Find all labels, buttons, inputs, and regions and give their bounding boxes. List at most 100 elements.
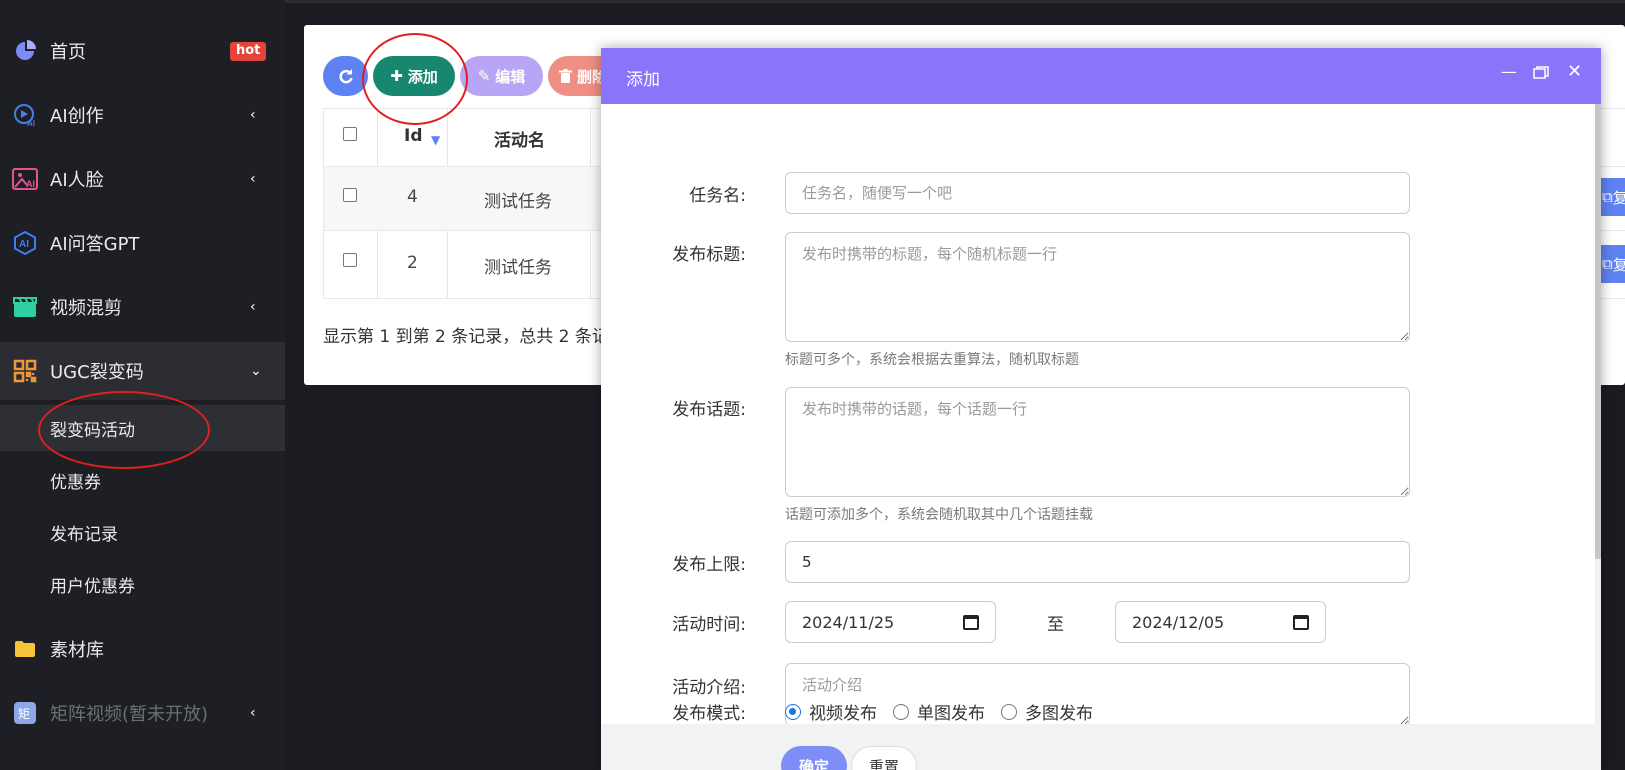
row-checkbox[interactable] xyxy=(343,188,357,202)
row-id: 4 xyxy=(407,187,418,207)
table-row[interactable] xyxy=(324,167,604,230)
hot-badge: hot xyxy=(230,42,267,61)
pie-chart-icon xyxy=(12,38,38,64)
publish-limit-input[interactable] xyxy=(785,541,1410,583)
row-name: 测试任务 xyxy=(484,192,552,212)
activity-intro-label: 活动介绍: xyxy=(672,678,746,698)
radio-video-publish[interactable]: 视频发布 xyxy=(785,699,877,724)
sidebar-subitem-user-coupon[interactable]: 用户优惠券 xyxy=(0,561,285,607)
sidebar-subitem-label: 优惠券 xyxy=(50,472,101,493)
radio-single-image-publish[interactable]: 单图发布 xyxy=(893,699,985,724)
svg-text:矩: 矩 xyxy=(18,707,30,721)
trash-icon xyxy=(558,69,572,83)
pagination-info: 显示第 1 到第 2 条记录，总共 2 条记 xyxy=(323,327,609,347)
matrix-icon: 矩 xyxy=(12,700,38,726)
sidebar-item-label: 视频混剪 xyxy=(50,298,122,319)
qrcode-icon xyxy=(12,358,38,384)
date-range-separator: 至 xyxy=(1047,615,1064,635)
dialog-scrollbar[interactable] xyxy=(1595,104,1601,724)
annotation-circle xyxy=(38,391,210,469)
radio-multi-image-publish[interactable]: 多图发布 xyxy=(1001,699,1093,724)
calendar-icon[interactable] xyxy=(1293,614,1309,630)
chevron-left-icon: ‹ xyxy=(250,107,256,123)
dialog-title: 添加 xyxy=(626,70,660,90)
dialog-body: 任务名: 发布标题: 标题可多个，系统会根据去重算法，随机取标题 发布话题: 话… xyxy=(601,104,1601,724)
minimize-icon[interactable]: — xyxy=(1501,62,1517,81)
svg-text:AI: AI xyxy=(26,179,35,189)
start-date-value: 2024/11/25 xyxy=(802,612,895,632)
column-header-id[interactable]: Id xyxy=(404,126,423,146)
sidebar-item-label: 首页 xyxy=(50,42,86,63)
dialog-footer: 确定 重置 xyxy=(601,724,1601,770)
publish-title-label: 发布标题: xyxy=(672,245,746,265)
row-copy-label: 复 xyxy=(1612,188,1625,207)
row-checkbox[interactable] xyxy=(343,253,357,267)
row-id: 2 xyxy=(407,253,418,273)
ai-create-icon: AI xyxy=(12,102,38,128)
sidebar-item-label: AI问答GPT xyxy=(50,234,140,255)
close-icon[interactable]: ✕ xyxy=(1567,61,1582,82)
row-copy-label: 复 xyxy=(1612,255,1625,274)
sidebar-item-label: 矩阵视频(暂未开放) xyxy=(50,704,209,725)
row-name: 测试任务 xyxy=(484,258,552,278)
ai-face-icon: AI xyxy=(12,166,38,192)
sidebar-item-label: UGC裂变码 xyxy=(50,362,144,383)
sidebar-subitem-publish-record[interactable]: 发布记录 xyxy=(0,509,285,555)
publish-title-help: 标题可多个，系统会根据去重算法，随机取标题 xyxy=(785,352,1079,368)
sidebar-item-label: 素材库 xyxy=(50,640,104,661)
task-name-input[interactable] xyxy=(785,172,1410,214)
end-date-input[interactable]: 2024/12/05 xyxy=(1115,601,1326,643)
sidebar-item-ai-gpt[interactable]: AI AI问答GPT xyxy=(0,214,285,272)
radio-label: 单图发布 xyxy=(917,704,985,724)
confirm-button[interactable]: 确定 xyxy=(781,746,847,770)
add-dialog: 添加 — ✕ 任务名: 发布标题: 标题可多个，系统会根据去重算法，随机取标题 … xyxy=(601,48,1601,770)
chevron-left-icon: ‹ xyxy=(250,299,256,315)
sort-desc-icon[interactable]: ▼ xyxy=(431,133,440,147)
clapperboard-icon xyxy=(12,294,38,320)
edit-button-label: 编辑 xyxy=(495,67,526,86)
radio-button[interactable] xyxy=(1001,703,1017,720)
svg-text:AI: AI xyxy=(19,239,29,250)
folder-icon xyxy=(12,636,38,662)
chevron-left-icon: ‹ xyxy=(250,171,256,187)
sidebar-item-ai-face[interactable]: AI AI人脸 ‹ xyxy=(0,150,285,208)
sidebar-item-assets[interactable]: 素材库 xyxy=(0,620,285,678)
start-date-input[interactable]: 2024/11/25 xyxy=(785,601,996,643)
publish-title-textarea[interactable] xyxy=(785,232,1410,342)
svg-text:AI: AI xyxy=(27,119,35,127)
pencil-icon: ✎ xyxy=(477,67,491,85)
copy-icon: ⧉ xyxy=(1602,255,1613,273)
edit-button[interactable]: ✎ 编辑 xyxy=(460,56,543,96)
calendar-icon[interactable] xyxy=(963,614,979,630)
sidebar-item-label: AI创作 xyxy=(50,106,104,127)
row-copy-button[interactable]: ⧉ 复 xyxy=(1598,178,1625,216)
select-all-checkbox[interactable] xyxy=(343,127,357,141)
chevron-left-icon: ‹ xyxy=(250,705,256,721)
activity-time-label: 活动时间: xyxy=(672,615,746,635)
row-copy-button[interactable]: ⧉ 复 xyxy=(1598,245,1625,283)
scrollbar-thumb[interactable] xyxy=(1595,104,1601,559)
publish-topic-label: 发布话题: xyxy=(672,400,746,420)
radio-button[interactable] xyxy=(785,703,801,720)
sidebar-item-matrix-video[interactable]: 矩 矩阵视频(暂未开放) ‹ xyxy=(0,684,285,742)
task-name-label: 任务名: xyxy=(689,186,746,206)
sidebar-subitem-label: 发布记录 xyxy=(50,524,118,545)
sidebar-item-home[interactable]: 首页 hot xyxy=(0,22,285,80)
radio-label: 多图发布 xyxy=(1025,704,1093,724)
end-date-value: 2024/12/05 xyxy=(1132,612,1225,632)
radio-label: 视频发布 xyxy=(809,704,877,724)
reset-button[interactable]: 重置 xyxy=(851,746,917,770)
annotation-circle xyxy=(362,33,468,125)
publish-topic-textarea[interactable] xyxy=(785,387,1410,497)
radio-button[interactable] xyxy=(893,703,909,720)
sidebar: 首页 hot AI AI创作 ‹ AI AI人脸 ‹ AI AI问答GPT 视频… xyxy=(0,0,285,770)
chevron-down-icon: ⌄ xyxy=(250,363,262,379)
refresh-icon xyxy=(338,69,353,84)
publish-limit-label: 发布上限: xyxy=(672,555,746,575)
publish-topic-help: 话题可添加多个，系统会随机取其中几个话题挂载 xyxy=(785,507,1093,523)
column-header-name[interactable]: 活动名 xyxy=(494,126,545,151)
sidebar-item-video-mix[interactable]: 视频混剪 ‹ xyxy=(0,278,285,336)
sidebar-item-ai-create[interactable]: AI AI创作 ‹ xyxy=(0,86,285,144)
maximize-icon[interactable] xyxy=(1533,64,1549,83)
sidebar-subitem-label: 用户优惠券 xyxy=(50,576,135,597)
